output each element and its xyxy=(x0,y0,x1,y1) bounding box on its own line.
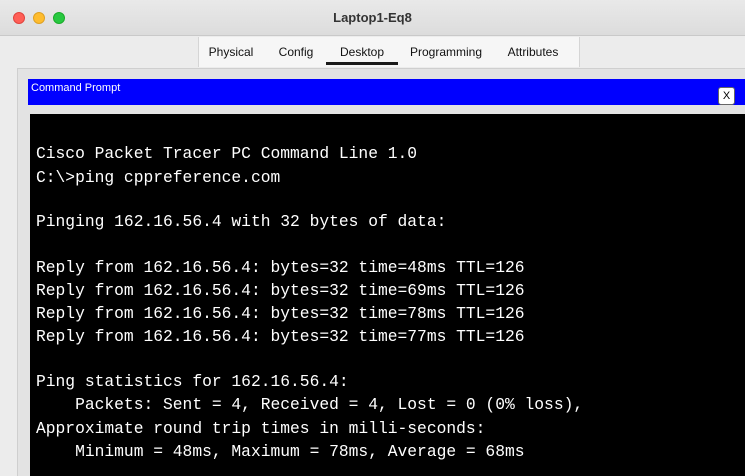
terminal-line: Packets: Sent = 4, Received = 4, Lost = … xyxy=(36,395,584,414)
terminal-line: Reply from 162.16.56.4: bytes=32 time=78… xyxy=(36,304,525,323)
title-bar: Laptop1-Eq8 xyxy=(0,0,745,36)
tab-physical[interactable]: Physical xyxy=(205,37,257,67)
command-prompt-header: Command Prompt X xyxy=(28,79,745,105)
terminal-line: Reply from 162.16.56.4: bytes=32 time=69… xyxy=(36,281,525,300)
command-prompt-title: Command Prompt xyxy=(31,82,121,94)
terminal-output[interactable]: Cisco Packet Tracer PC Command Line 1.0 … xyxy=(30,114,745,476)
window-title: Laptop1-Eq8 xyxy=(333,10,412,25)
terminal-line: Approximate round trip times in milli-se… xyxy=(36,419,486,438)
terminal-line: Ping statistics for 162.16.56.4: xyxy=(36,372,349,391)
tab-programming[interactable]: Programming xyxy=(407,37,485,67)
tab-desktop[interactable]: Desktop xyxy=(326,37,398,67)
terminal-line: Reply from 162.16.56.4: bytes=32 time=48… xyxy=(36,258,525,277)
terminal-line: C:\>ping cppreference.com xyxy=(36,168,281,187)
terminal-line: Minimum = 48ms, Maximum = 78ms, Average … xyxy=(36,442,525,461)
terminal-line: Cisco Packet Tracer PC Command Line 1.0 xyxy=(36,144,418,163)
tab-config[interactable]: Config xyxy=(275,37,317,67)
app-window: Laptop1-Eq8 Physical Config Desktop Prog… xyxy=(0,0,745,476)
close-command-prompt-button[interactable]: X xyxy=(718,87,735,105)
tab-attributes[interactable]: Attributes xyxy=(505,37,561,67)
tab-bar: Physical Config Desktop Programming Attr… xyxy=(0,37,745,67)
terminal-line: Pinging 162.16.56.4 with 32 bytes of dat… xyxy=(36,212,447,231)
terminal-line: Reply from 162.16.56.4: bytes=32 time=77… xyxy=(36,327,525,346)
